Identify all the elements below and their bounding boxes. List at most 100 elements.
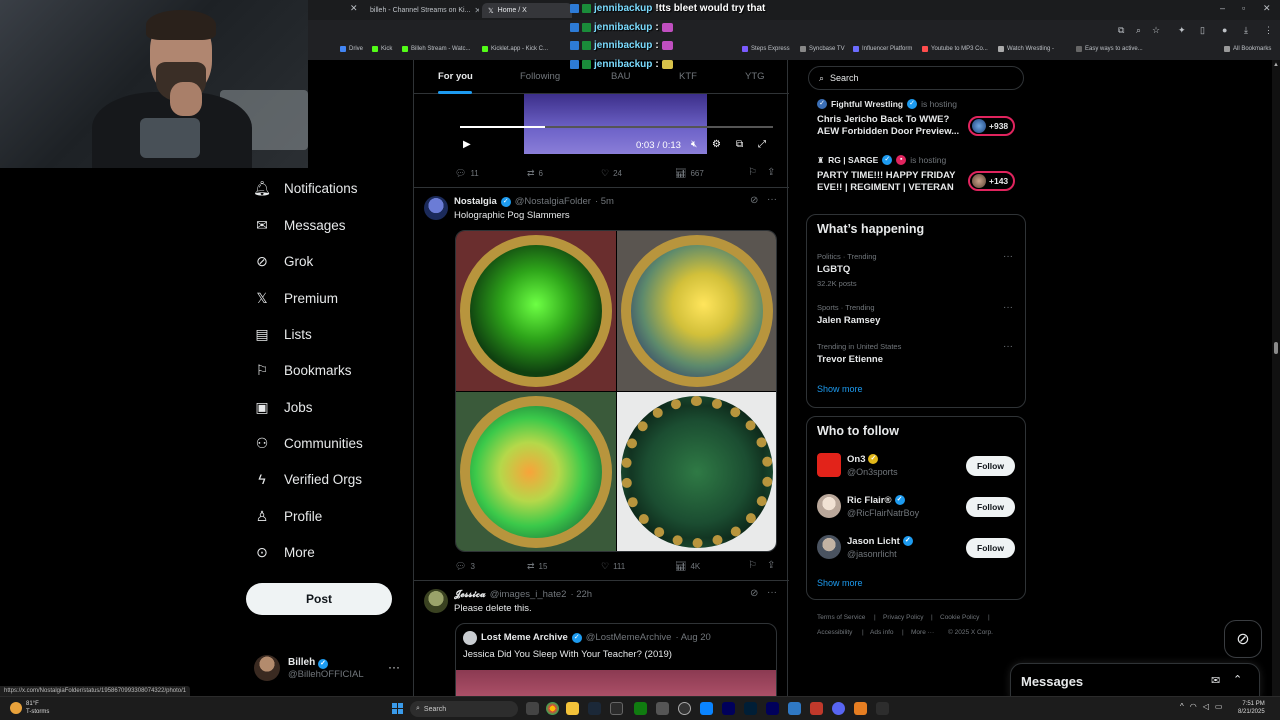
bookmark-item[interactable]: Kicklet.app - Kick C... [482,46,548,52]
bookmark-icon[interactable]: ⚐ [748,560,757,571]
weather-widget[interactable]: 81°F T-storms [10,700,49,716]
play-icon[interactable]: ▶ [463,139,471,150]
more-dots-icon[interactable]: ··· [388,660,400,674]
grok-icon[interactable]: ⊘ [750,195,758,206]
tab-ktf[interactable]: KTF [679,71,697,82]
views-action[interactable]: 📊︎ 4K [675,561,700,572]
repost-action[interactable]: ⇄ 15 [527,561,547,572]
bookmark-item[interactable]: Easy ways to active... [1076,46,1143,52]
share-icon[interactable]: ⇪ [767,560,775,571]
video-progress-bar[interactable] [460,126,773,128]
tab-bau[interactable]: BAU [611,71,631,82]
app-icon[interactable] [656,702,669,715]
more-dots-icon[interactable]: ··· [1003,251,1013,262]
tweet-time[interactable]: · 22h [570,589,592,600]
follow-suggestion[interactable]: Jason Licht ✓ @jasonrlicht [817,535,913,559]
reply-action[interactable]: 💬︎ 3 [455,561,475,572]
close-tab-icon[interactable]: ✕ [474,6,479,15]
quoted-tweet[interactable]: Lost Meme Archive ✓ @LostMemeArchive · A… [455,623,777,696]
extensions-icon[interactable]: ✦ [1178,25,1186,36]
author-handle[interactable]: @NostalgiaFolder [515,196,591,207]
bookmark-item[interactable]: Steps Express [742,46,790,52]
nav-grok[interactable]: ⊘ Grok [254,253,313,269]
taskbar-search[interactable]: ⌕ Search [410,701,518,717]
volume-icon[interactable]: ◁ [1203,702,1209,711]
views-action[interactable]: 📊︎ 667 [675,168,704,179]
chrome-icon[interactable] [546,702,559,715]
restore-icon[interactable]: ▫ [1242,3,1245,13]
tweet-image[interactable] [456,392,616,551]
live-hosting-item[interactable]: ✓ Fightful Wrestling ✓ is hosting Chris … [817,99,962,138]
nav-bookmarks[interactable]: ⚐ Bookmarks [254,362,352,378]
windows-start-icon[interactable] [392,703,403,714]
bookmark-item[interactable]: Youtube to MP3 Co... [922,46,988,52]
grok-button[interactable]: ⊘ [1224,620,1262,658]
tab-kick[interactable]: billeh - Channel Streams on Ki... ✕ [364,3,479,18]
tweet-image[interactable] [617,231,776,391]
follow-button[interactable]: Follow [966,538,1015,558]
nav-jobs[interactable]: ▣ Jobs [254,399,312,415]
page-scrollbar[interactable]: ▲ [1272,60,1280,696]
like-action[interactable]: ♡ 111 [601,561,625,572]
avatar[interactable] [424,589,448,613]
bookmark-item[interactable]: Watch Wrestling - [998,46,1054,52]
obs-icon[interactable] [678,702,691,715]
zoom-icon[interactable]: ⌕ [1136,25,1141,36]
nav-messages[interactable]: ✉ Messages [254,217,345,233]
fullscreen-icon[interactable]: ⤢ [758,139,766,150]
mute-icon[interactable]: 🔇︎ [691,139,697,150]
app-icon[interactable] [854,702,867,715]
nav-notifications[interactable]: 🔔︎ Notifications [253,180,357,196]
like-action[interactable]: ♡ 24 [601,168,622,179]
footer-ads-link[interactable]: Ads info [870,629,894,636]
app-icon[interactable] [810,702,823,715]
trend-item[interactable]: Trending in United States Trevor Etienne [817,342,901,365]
author-name[interactable]: Nostalgia [454,196,497,207]
pip-icon[interactable]: ⧉ [736,139,743,150]
footer-terms-link[interactable]: Terms of Service [817,614,865,621]
more-dots-icon[interactable]: ··· [1003,341,1013,352]
nav-communities[interactable]: ⚇ Communities [254,435,363,451]
scroll-up-icon[interactable]: ▲ [1273,62,1279,68]
bookmark-item[interactable]: Influencer Platform [853,46,912,52]
show-more-link[interactable]: Show more [817,578,863,588]
star-icon[interactable]: ☆ [1152,25,1160,36]
close-window-icon[interactable]: ✕ [1263,3,1271,14]
after-effects-icon[interactable] [722,702,735,715]
profile-icon[interactable]: ● [1222,25,1227,35]
sidebar-icon[interactable]: ▯ [1200,25,1205,36]
steam-icon[interactable] [588,702,601,715]
follow-suggestion[interactable]: On3 ✓ @On3sports [817,453,898,477]
nav-verified-orgs[interactable]: ϟ Verified Orgs [254,471,362,487]
messages-drawer[interactable]: Messages ✉ ⌃ [1010,663,1260,696]
live-listeners-pill[interactable]: +143 [968,171,1015,191]
scrollbar-thumb[interactable] [1274,342,1278,354]
author-name[interactable]: 𝓙𝓮𝓼𝓼𝓲𝓬𝓪 [454,589,486,600]
photoshop-icon[interactable] [744,702,757,715]
footer-accessibility-link[interactable]: Accessibility [817,629,852,636]
close-tab-icon[interactable]: ✕ [350,3,358,14]
live-hosting-item[interactable]: ♜ RG | SARGE ✓ ▪ is hosting PARTY TIME!!… [817,155,962,194]
follow-button[interactable]: Follow [966,456,1015,476]
nav-lists[interactable]: ▤ Lists [254,326,311,342]
tab-ytg[interactable]: YTG [745,71,765,82]
bookmark-item[interactable]: Drive [340,46,363,52]
follow-suggestion[interactable]: Ric Flair® ✓ @RicFlairNatrBoy [817,494,919,518]
app-icon[interactable] [788,702,801,715]
more-dots-icon[interactable]: ··· [767,587,777,598]
more-dots-icon[interactable]: ··· [767,194,777,205]
nav-premium[interactable]: 𝕏 Premium [254,290,338,306]
nav-more[interactable]: ⊙ More [254,544,315,560]
more-dots-icon[interactable]: ··· [1003,302,1013,313]
bookmark-item[interactable]: Syncbase TV [800,46,845,52]
app-icon[interactable] [700,702,713,715]
trend-item[interactable]: Sports · Trending Jalen Ramsey [817,303,880,326]
discord-icon[interactable] [832,702,845,715]
download-icon[interactable]: ⤓ [1244,25,1248,36]
bookmark-item[interactable]: Kick [372,46,392,52]
bookmark-item[interactable]: All Bookmarks [1224,46,1271,52]
avatar[interactable] [424,196,448,220]
tweet-image[interactable] [456,231,616,391]
follow-button[interactable]: Follow [966,497,1015,517]
minimize-icon[interactable]: – [1220,3,1225,13]
